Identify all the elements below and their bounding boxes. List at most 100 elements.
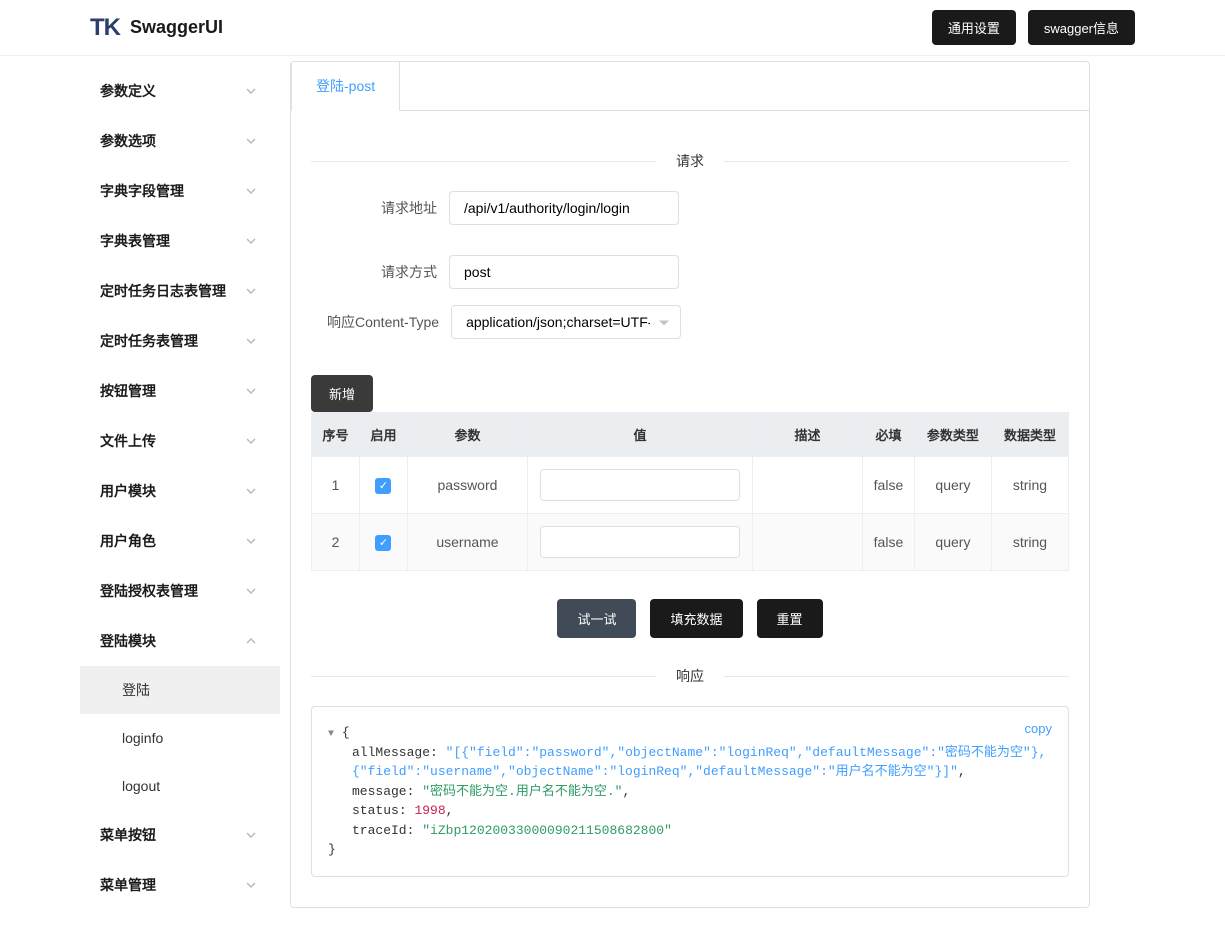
sidebar-item[interactable]: 登陆授权表管理: [80, 566, 280, 616]
cell-desc: [752, 514, 862, 571]
caret-down-icon[interactable]: ▼: [328, 727, 334, 742]
col-index: 序号: [312, 413, 360, 457]
cell-data-type: string: [991, 514, 1068, 571]
chevron-down-icon: [246, 436, 256, 447]
request-method-input[interactable]: [449, 255, 679, 289]
chevron-down-icon: [246, 86, 256, 97]
param-value-input[interactable]: [540, 526, 740, 558]
sidebar-item[interactable]: 字典表管理: [80, 216, 280, 266]
cell-required: false: [862, 457, 914, 514]
tab-login-post[interactable]: 登陆-post: [291, 62, 400, 111]
sidebar-sub-item[interactable]: loginfo: [80, 714, 280, 762]
main-content: 登陆-post 请求 请求地址 请求方式 响应Content-Type: [280, 56, 1110, 928]
header-left: TK SwaggerUI: [90, 14, 223, 42]
request-url-label: 请求地址: [381, 198, 437, 218]
json-allmessage-value: "[{"field":"password","objectName":"logi…: [352, 745, 1046, 780]
chevron-down-icon: [246, 186, 256, 197]
chevron-down-icon: [246, 386, 256, 397]
request-url-input[interactable]: [449, 191, 679, 225]
sidebar-item-label: 按钮管理: [100, 381, 246, 401]
request-section-title: 请求: [311, 151, 1069, 171]
col-enable: 启用: [359, 413, 407, 457]
request-method-label: 请求方式: [381, 262, 437, 282]
col-value: 值: [527, 413, 752, 457]
sidebar-item-label: 参数选项: [100, 131, 246, 151]
params-table: 序号 启用 参数 值 描述 必填 参数类型 数据类型 1 ✓ password fal…: [311, 412, 1069, 571]
sidebar-sub-item[interactable]: 登陆: [80, 666, 280, 714]
cell-param-type: query: [914, 514, 991, 571]
json-status-value: 1998: [414, 803, 445, 818]
chevron-down-icon: [246, 880, 256, 891]
sidebar-item[interactable]: 参数选项: [80, 116, 280, 166]
try-button[interactable]: 试一试: [557, 599, 636, 638]
logo: TK: [90, 14, 120, 42]
cell-enable: ✓: [359, 457, 407, 514]
sidebar-sub-item[interactable]: logout: [80, 762, 280, 810]
sidebar-item-label: 用户模块: [100, 481, 246, 501]
cell-param: username: [407, 514, 527, 571]
sidebar-item-label: 参数定义: [100, 81, 246, 101]
sidebar-item[interactable]: 菜单按钮: [80, 810, 280, 860]
cell-value: [527, 457, 752, 514]
col-param-type: 参数类型: [914, 413, 991, 457]
sidebar-item[interactable]: 用户模块: [80, 466, 280, 516]
json-traceid-value: "iZbp12020033000090211508682800": [422, 823, 672, 838]
table-row: 2 ✓ username falsequerystring: [312, 514, 1069, 571]
fill-data-button[interactable]: 填充数据: [650, 599, 742, 638]
sidebar-item[interactable]: 定时任务日志表管理: [80, 266, 280, 316]
general-settings-button[interactable]: 通用设置: [932, 10, 1016, 45]
sidebar-item[interactable]: 登陆模块: [80, 616, 280, 666]
sidebar-item-label: 菜单按钮: [100, 825, 246, 845]
response-section-title: 响应: [311, 666, 1069, 686]
response-box: copy ▼ { allMessage: "[{"field":"passwor…: [311, 706, 1069, 877]
cell-required: false: [862, 514, 914, 571]
sidebar-item[interactable]: 参数定义: [80, 66, 280, 116]
col-param: 参数: [407, 413, 527, 457]
chevron-down-icon: [246, 286, 256, 297]
sidebar-item-label: 菜单管理: [100, 875, 246, 895]
header-right: 通用设置 swagger信息: [932, 10, 1135, 45]
sidebar-item-label: 定时任务日志表管理: [100, 281, 246, 301]
col-data-type: 数据类型: [991, 413, 1068, 457]
add-param-button[interactable]: 新增: [311, 375, 373, 412]
cell-index: 1: [312, 457, 360, 514]
sidebar-item-label: 字典表管理: [100, 231, 246, 251]
chevron-down-icon: [246, 830, 256, 841]
reset-button[interactable]: 重置: [757, 599, 823, 638]
chevron-down-icon: [246, 586, 256, 597]
enable-checkbox[interactable]: ✓: [375, 478, 391, 494]
chevron-down-icon: [246, 486, 256, 497]
json-message-value: "密码不能为空.用户名不能为空.": [422, 784, 622, 799]
swagger-info-button[interactable]: swagger信息: [1028, 10, 1135, 45]
tabs: 登陆-post: [290, 61, 1090, 111]
json-viewer: ▼ { allMessage: "[{"field":"password","o…: [328, 723, 1052, 860]
chevron-up-icon: [246, 636, 256, 647]
sidebar-item[interactable]: 字典字段管理: [80, 166, 280, 216]
sidebar-item[interactable]: 文件上传: [80, 416, 280, 466]
param-value-input[interactable]: [540, 469, 740, 501]
col-desc: 描述: [752, 413, 862, 457]
col-required: 必填: [862, 413, 914, 457]
chevron-down-icon: [246, 136, 256, 147]
cell-param: password: [407, 457, 527, 514]
sidebar-item[interactable]: 按钮管理: [80, 366, 280, 416]
chevron-down-icon: [246, 236, 256, 247]
chevron-down-icon: [246, 536, 256, 547]
cell-desc: [752, 457, 862, 514]
sidebar-item-label: 字典字段管理: [100, 181, 246, 201]
sidebar-item-label: 登陆模块: [100, 631, 246, 651]
chevron-down-icon: [246, 336, 256, 347]
sidebar-item[interactable]: 用户角色: [80, 516, 280, 566]
sidebar: 参数定义参数选项字典字段管理字典表管理定时任务日志表管理定时任务表管理按钮管理文…: [80, 56, 280, 928]
header: TK SwaggerUI 通用设置 swagger信息: [0, 0, 1225, 56]
content-type-select[interactable]: [451, 305, 681, 339]
app-title: SwaggerUI: [130, 17, 223, 38]
table-row: 1✓passwordfalsequerystring: [312, 457, 1069, 514]
cell-data-type: string: [991, 457, 1068, 514]
cell-index: 2: [312, 514, 360, 571]
sidebar-item-label: 文件上传: [100, 431, 246, 451]
cell-enable: ✓: [359, 514, 407, 571]
copy-link[interactable]: copy: [1025, 719, 1052, 739]
sidebar-item[interactable]: 定时任务表管理: [80, 316, 280, 366]
enable-checkbox[interactable]: ✓: [375, 535, 391, 551]
